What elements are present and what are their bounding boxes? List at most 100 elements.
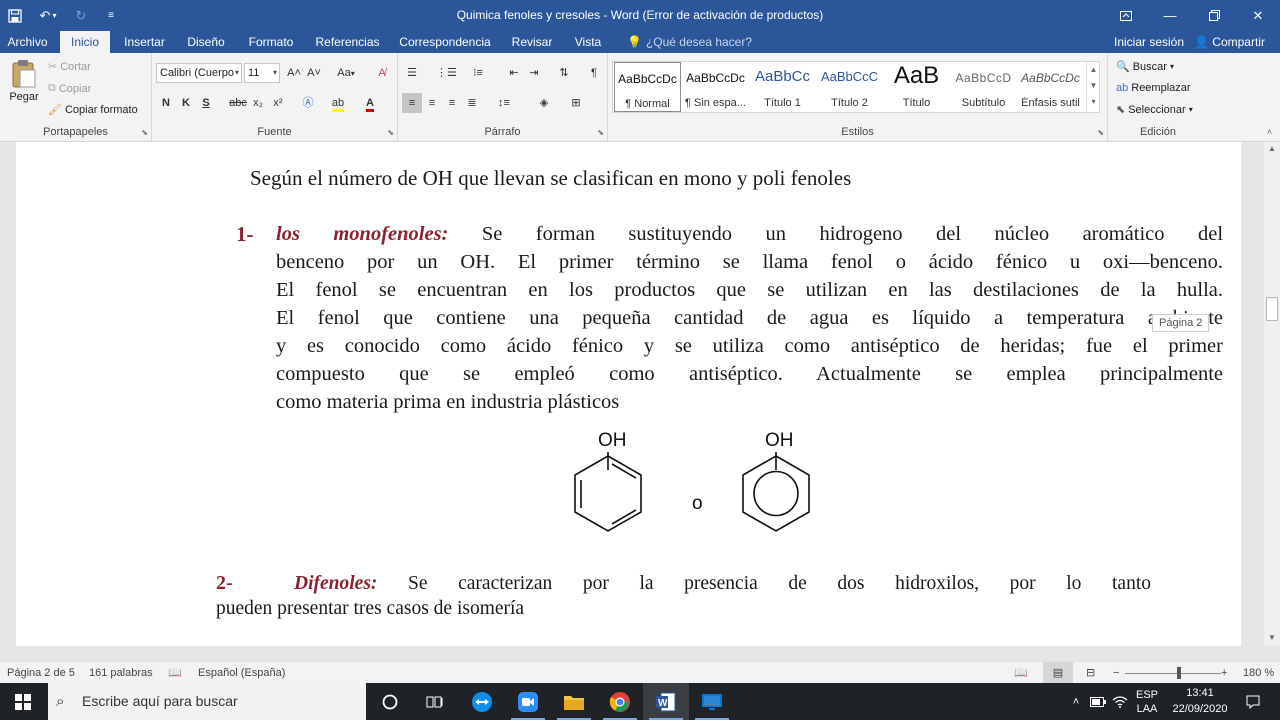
gallery-scroll[interactable]: ▲ ▼ ▾ (1086, 62, 1100, 112)
clipboard-launcher-icon[interactable]: ⬊ (141, 128, 148, 137)
task-view-icon[interactable] (412, 683, 458, 720)
tell-me-search[interactable]: 💡 ¿Qué desea hacer? (627, 31, 752, 53)
share-button[interactable]: 👤 Compartir (1194, 31, 1265, 53)
find-button[interactable]: 🔍 Buscar ▾ (1116, 60, 1174, 74)
bullets-icon[interactable]: ☰ (402, 63, 422, 83)
clear-formatting-icon[interactable]: A̸ (372, 63, 392, 83)
document-page[interactable]: Según el número de OH que llevan se clas… (16, 142, 1241, 646)
bold-button[interactable]: N (156, 93, 176, 113)
redo-icon[interactable]: ↻ (66, 0, 96, 31)
highlight-icon[interactable]: ab (328, 93, 348, 113)
restore-icon[interactable] (1192, 0, 1236, 31)
tab-archivo[interactable]: Archivo (0, 31, 55, 53)
borders-icon[interactable]: ⊞ (566, 93, 586, 113)
style-subtitle[interactable]: AaBbCcD Subtítulo (950, 62, 1017, 112)
subscript-button[interactable]: x₂ (248, 93, 268, 113)
file-explorer-icon[interactable] (551, 683, 597, 720)
word-app-icon[interactable]: W (643, 683, 689, 720)
shrink-font-button[interactable]: A˅ (304, 63, 324, 83)
windows-start-icon[interactable] (0, 683, 46, 720)
text-effects-icon[interactable]: Ⓐ (298, 93, 318, 113)
tab-vista[interactable]: Vista (567, 31, 609, 53)
notifications-icon[interactable] (1242, 683, 1264, 720)
font-size-combo[interactable]: 11 ▾ (244, 63, 280, 83)
font-color-icon[interactable]: A (360, 93, 380, 113)
page-count[interactable]: Página 2 de 5 (7, 662, 75, 684)
paste-button[interactable]: Pegar (4, 59, 44, 103)
zoom-slider-thumb[interactable] (1177, 667, 1181, 679)
zoom-out-icon[interactable]: − (1113, 662, 1119, 684)
increase-indent-icon[interactable]: ⇥ (524, 63, 544, 83)
select-button[interactable]: ⬉ Seleccionar ▾ (1116, 103, 1193, 117)
tab-formato[interactable]: Formato (242, 31, 300, 53)
zoom-in-icon[interactable]: + (1221, 662, 1227, 684)
change-case-button[interactable]: Aa▾ (332, 63, 360, 83)
scroll-down-icon[interactable]: ▼ (1264, 631, 1280, 645)
zoom-app-icon[interactable] (505, 683, 551, 720)
justify-icon[interactable]: ≣ (462, 93, 482, 113)
tray-overflow-icon[interactable]: ˄ (1066, 683, 1086, 720)
zoom-slider[interactable] (1125, 673, 1221, 674)
numbering-icon[interactable]: ⋮☰ (436, 63, 457, 83)
style-title[interactable]: AaB Título (883, 62, 950, 112)
style-subtle-emphasis[interactable]: AaBbCcDc Énfasis sutil (1017, 62, 1084, 112)
style-heading-1[interactable]: AaBbCc Título 1 (749, 62, 816, 112)
chrome-icon[interactable] (597, 683, 643, 720)
print-layout-icon[interactable]: ▤ (1043, 662, 1073, 684)
line-spacing-icon[interactable]: ↕≡ (494, 93, 514, 113)
undo-icon[interactable]: ↶ ▾ (30, 0, 66, 31)
collapse-ribbon-icon[interactable]: ˄ (1267, 127, 1272, 137)
read-mode-icon[interactable]: 📖 (1014, 662, 1028, 684)
gallery-more-icon[interactable]: ▾ (1087, 94, 1100, 110)
tab-inicio[interactable]: Inicio (60, 31, 110, 53)
taskbar-search[interactable]: ⌕ Escribe aquí para buscar (48, 683, 366, 720)
strikethrough-button[interactable]: abc (228, 93, 248, 113)
tab-insertar[interactable]: Insertar (117, 31, 172, 53)
chevron-up-icon[interactable]: ▲ (1087, 62, 1100, 78)
replace-button[interactable]: ab Reemplazar (1116, 82, 1191, 94)
italic-button[interactable]: K (176, 93, 196, 113)
format-painter-button[interactable]: 🖌 Copiar formato (48, 103, 138, 117)
superscript-button[interactable]: x² (268, 93, 288, 113)
customize-qat-icon[interactable]: ≡ (96, 0, 126, 31)
underline-button[interactable]: S (196, 93, 216, 113)
font-family-combo[interactable]: Calibri (Cuerpo ▾ (156, 63, 242, 83)
font-launcher-icon[interactable]: ⬊ (387, 128, 394, 137)
sort-icon[interactable]: ⇅ (554, 63, 574, 83)
align-left-icon[interactable]: ≡ (402, 93, 422, 113)
clock[interactable]: 13:41 22/09/2020 (1160, 685, 1240, 717)
battery-icon[interactable] (1088, 683, 1108, 720)
minimize-icon[interactable]: — (1148, 0, 1192, 31)
ribbon-display-options-icon[interactable] (1104, 0, 1148, 31)
cut-button[interactable]: ✂ Cortar (48, 60, 91, 74)
style-heading-2[interactable]: AaBbCcC Título 2 (816, 62, 883, 112)
scroll-up-icon[interactable]: ▲ (1264, 142, 1280, 156)
copy-button[interactable]: ⧉ Copiar (48, 82, 91, 95)
teamviewer-icon[interactable] (459, 683, 505, 720)
close-icon[interactable]: ✕ (1236, 0, 1280, 31)
tab-diseno[interactable]: Diseño (180, 31, 232, 53)
word-count[interactable]: 161 palabras (89, 662, 153, 684)
vertical-scrollbar[interactable]: ▲ ▼ (1264, 142, 1280, 645)
grow-font-button[interactable]: A˄ (284, 63, 304, 83)
align-center-icon[interactable]: ≡ (422, 93, 442, 113)
remote-desktop-icon[interactable] (689, 683, 735, 720)
sign-in-link[interactable]: Iniciar sesión (1114, 31, 1184, 53)
chevron-down-icon[interactable]: ▼ (1087, 78, 1100, 94)
scroll-thumb[interactable] (1266, 297, 1278, 321)
language-indicator[interactable]: Español (España) (198, 662, 285, 684)
tab-referencias[interactable]: Referencias (310, 31, 385, 53)
style-normal[interactable]: AaBbCcDc ¶ Normal (614, 62, 681, 112)
align-right-icon[interactable]: ≡ (442, 93, 462, 113)
proofing-icon[interactable]: 📖 (168, 662, 182, 684)
style-no-spacing[interactable]: AaBbCcDc ¶ Sin espa... (682, 62, 749, 112)
tab-correspondencia[interactable]: Correspondencia (395, 31, 495, 53)
input-language[interactable]: ESP LAA (1134, 683, 1160, 720)
cortana-icon[interactable] (367, 683, 413, 720)
web-layout-icon[interactable]: ⊟ (1086, 662, 1095, 684)
save-icon[interactable] (0, 0, 30, 31)
styles-launcher-icon[interactable]: ⬊ (1097, 128, 1104, 137)
shading-icon[interactable]: ◈ (534, 93, 554, 113)
wifi-icon[interactable] (1110, 683, 1130, 720)
paragraph-launcher-icon[interactable]: ⬊ (597, 128, 604, 137)
